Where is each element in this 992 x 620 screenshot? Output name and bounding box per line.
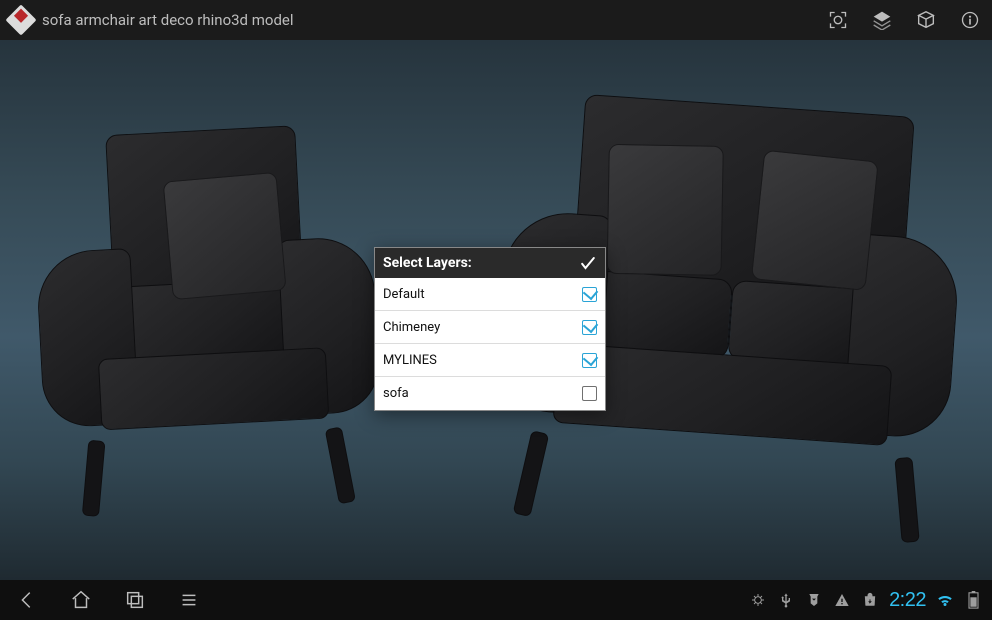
layer-row[interactable]: sofa	[375, 377, 605, 410]
home-button[interactable]	[54, 580, 108, 620]
menu-button[interactable]	[162, 580, 216, 620]
confirm-button[interactable]	[575, 250, 601, 276]
orbit-button[interactable]	[904, 0, 948, 40]
recent-apps-button[interactable]	[108, 580, 162, 620]
select-layers-dialog: Select Layers: Default Chimeney MYLINES sof…	[374, 247, 606, 411]
layers-button[interactable]	[860, 0, 904, 40]
dialog-rows: Default Chimeney MYLINES sofa	[375, 278, 605, 410]
warning-icon	[833, 591, 851, 609]
layers-icon	[872, 10, 892, 30]
back-icon	[16, 589, 38, 611]
wifi-icon	[936, 591, 954, 609]
toolbar-right	[816, 0, 992, 40]
recent-icon	[124, 589, 146, 611]
home-icon	[70, 589, 92, 611]
layer-label: sofa	[383, 386, 582, 401]
model-armchair-left	[29, 112, 391, 528]
status-tray: 2:22	[749, 580, 992, 620]
window-title: sofa armchair art deco rhino3d model	[42, 11, 294, 29]
fit-view-icon	[828, 10, 848, 30]
debug-icon	[749, 591, 767, 609]
dialog-title: Select Layers:	[383, 255, 472, 271]
usb-icon	[777, 591, 795, 609]
titlebar: sofa armchair art deco rhino3d model	[0, 0, 992, 40]
clock: 2:22	[889, 589, 926, 612]
layer-row[interactable]: Chimeney	[375, 311, 605, 344]
info-icon	[960, 10, 980, 30]
fit-view-button[interactable]	[816, 0, 860, 40]
store-icon	[861, 591, 879, 609]
download-icon	[805, 591, 823, 609]
app-icon	[5, 4, 36, 35]
layer-checkbox[interactable]	[582, 287, 597, 302]
back-button[interactable]	[0, 580, 54, 620]
layer-checkbox[interactable]	[582, 320, 597, 335]
viewport-3d[interactable]: Select Layers: Default Chimeney MYLINES sof…	[0, 40, 992, 580]
layer-label: MYLINES	[383, 353, 582, 368]
layer-checkbox[interactable]	[582, 386, 597, 401]
layer-label: Chimeney	[383, 320, 582, 335]
system-navbar: 2:22	[0, 580, 992, 620]
orbit-icon	[915, 9, 937, 31]
check-icon	[578, 253, 598, 273]
layer-row[interactable]: Default	[375, 278, 605, 311]
layer-label: Default	[383, 287, 582, 302]
dialog-header: Select Layers:	[375, 248, 605, 278]
layer-checkbox[interactable]	[582, 353, 597, 368]
layer-row[interactable]: MYLINES	[375, 344, 605, 377]
battery-icon	[964, 591, 982, 609]
menu-icon	[178, 589, 200, 611]
info-button[interactable]	[948, 0, 992, 40]
